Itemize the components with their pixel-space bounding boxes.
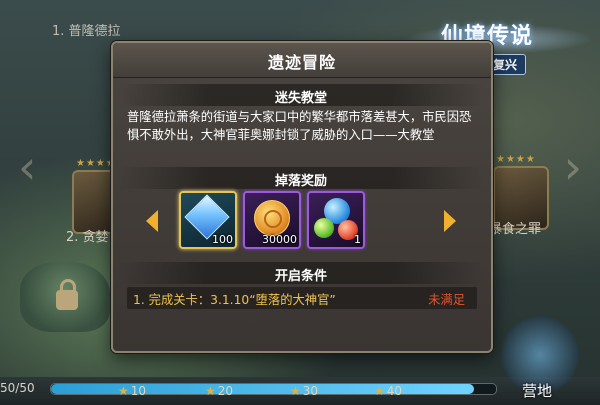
section-title: 迷失教堂: [274, 91, 327, 106]
reward-qty: 1: [354, 233, 361, 246]
condition-header: 开启条件: [119, 262, 483, 284]
star-icon: ★: [118, 384, 129, 398]
rewards-list: 100 30000 1: [179, 191, 427, 249]
condition-text: 1. 完成关卡：3.1.10“堕落的大神官”: [133, 293, 336, 307]
dialog-header: 遗迹冒险: [113, 43, 491, 78]
progress-text: 50/50: [0, 381, 35, 395]
scene-left-chevron-icon: ‹: [18, 140, 37, 194]
left-card-stars: ★★★★: [76, 158, 116, 169]
reward-qty: 30000: [262, 233, 297, 246]
stage-label: 1. 普隆德拉: [52, 24, 121, 39]
left-stage-name: 2. 贪婪: [66, 230, 109, 245]
condition-title: 开启条件: [274, 269, 327, 284]
star-icon: ★: [205, 384, 216, 398]
stage-description: 普隆德拉萧条的街道与大家口中的繁华都市落差甚大，市民因恐惧不敢外出，大神官菲奥娜…: [127, 110, 472, 142]
reward-item-orbs[interactable]: 1: [307, 191, 365, 249]
milestone-40[interactable]: ★ 40: [374, 384, 402, 398]
star-icon: ★: [374, 384, 385, 398]
reward-item-coin[interactable]: 30000: [243, 191, 301, 249]
section-header: 迷失教堂: [119, 84, 483, 106]
progress-fill: [51, 384, 474, 394]
rewards-next-arrow-icon[interactable]: [444, 210, 456, 232]
right-stage-name: 暴食之罪: [489, 222, 542, 237]
rewards-title: 掉落奖励: [274, 174, 327, 189]
condition-row: 1. 完成关卡：3.1.10“堕落的大神官” 未满足: [127, 287, 477, 309]
milestone-20[interactable]: ★ 20: [205, 384, 233, 398]
rewards-prev-arrow-icon[interactable]: [146, 210, 158, 232]
rewards-header: 掉落奖励: [119, 167, 483, 189]
milestone-10[interactable]: ★ 10: [118, 384, 146, 398]
star-icon: ★: [290, 384, 301, 398]
right-card-stars: ★★★★: [496, 154, 536, 165]
condition-status: 未满足: [428, 293, 465, 307]
dialog-title: 遗迹冒险: [267, 53, 336, 72]
ruins-adventure-dialog: 遗迹冒险 迷失教堂 普隆德拉萧条的街道与大家口中的繁华都市落差甚大，市民因恐惧不…: [111, 41, 493, 353]
gold-coin-icon: [254, 200, 290, 236]
reward-qty: 100: [212, 233, 233, 246]
lock-icon: [56, 279, 78, 310]
milestone-30[interactable]: ★ 30: [290, 384, 318, 398]
scene-right-chevron-icon: ›: [563, 140, 582, 194]
camp-button[interactable]: 营地: [522, 380, 552, 401]
reward-item-crystal[interactable]: 100: [179, 191, 237, 249]
